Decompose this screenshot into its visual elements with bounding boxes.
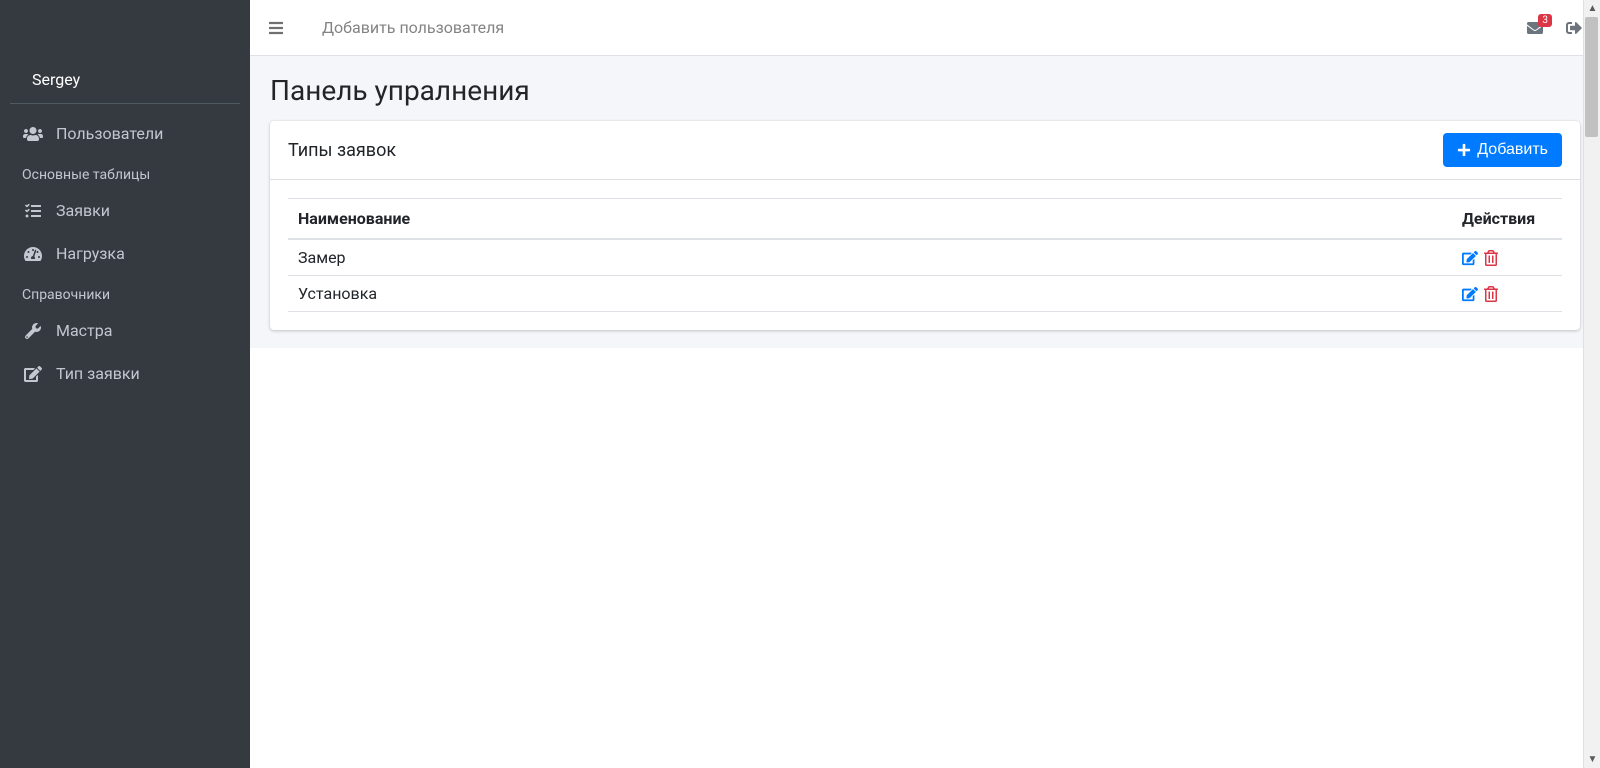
logout-button[interactable]: [1566, 20, 1582, 36]
plus-icon: [1457, 143, 1471, 157]
sidebar-item-label: Пользователи: [56, 124, 163, 143]
hamburger-icon[interactable]: [268, 20, 286, 36]
col-actions: Действия: [1452, 199, 1562, 240]
card-title: Типы заявок: [288, 140, 396, 161]
sidebar-item-label: Тип заявки: [56, 364, 140, 383]
sidebar: Sergey Пользователи Основные таблицы Зая…: [0, 0, 250, 768]
sidebar-section-main-tables: Основные таблицы: [0, 155, 250, 189]
sidebar-section-references: Справочники: [0, 275, 250, 309]
sidebar-item-requests[interactable]: Заявки: [0, 189, 250, 232]
card-body: Наименование Действия Замер: [270, 180, 1580, 330]
cell-name: Установка: [288, 276, 1452, 312]
users-icon: [22, 126, 44, 142]
cell-name: Замер: [288, 239, 1452, 276]
edit-row-icon[interactable]: [1462, 250, 1478, 266]
wrench-icon: [22, 323, 44, 339]
topbar-mail-button[interactable]: 3: [1526, 20, 1544, 36]
sidebar-item-users[interactable]: Пользователи: [0, 112, 250, 155]
list-icon: [22, 203, 44, 219]
add-button-label: Добавить: [1477, 141, 1548, 159]
scrollbar[interactable]: ▲ ▼: [1583, 0, 1600, 768]
scrollbar-thumb[interactable]: [1585, 17, 1598, 137]
delete-row-icon[interactable]: [1484, 286, 1498, 302]
sidebar-item-load[interactable]: Нагрузка: [0, 232, 250, 275]
topbar-add-user-link[interactable]: Добавить пользователя: [322, 18, 504, 37]
sidebar-nav: Пользователи Основные таблицы Заявки Наг…: [0, 104, 250, 395]
sidebar-item-label: Нагрузка: [56, 244, 125, 263]
mail-badge: 3: [1538, 14, 1552, 27]
tachometer-icon: [22, 246, 44, 262]
page-title: Панель упралнения: [270, 74, 1580, 107]
table-row: Замер: [288, 239, 1562, 276]
content: Панель упралнения Типы заявок Добавить: [250, 56, 1600, 348]
edit-row-icon[interactable]: [1462, 286, 1478, 302]
delete-row-icon[interactable]: [1484, 250, 1498, 266]
sidebar-item-masters[interactable]: Мастра: [0, 309, 250, 352]
add-button[interactable]: Добавить: [1443, 133, 1562, 167]
card-request-types: Типы заявок Добавить Наимено: [270, 121, 1580, 330]
col-name: Наименование: [288, 199, 1452, 240]
topbar: Добавить пользователя 3: [250, 0, 1600, 56]
main-area: Добавить пользователя 3 Панель упралнени…: [250, 0, 1600, 348]
sidebar-item-label: Мастра: [56, 321, 112, 340]
edit-icon: [22, 366, 44, 382]
sidebar-item-request-type[interactable]: Тип заявки: [0, 352, 250, 395]
sidebar-item-label: Заявки: [56, 201, 110, 220]
types-table: Наименование Действия Замер: [288, 198, 1562, 312]
scrollbar-down-arrow-icon[interactable]: ▼: [1584, 751, 1600, 768]
card-header: Типы заявок Добавить: [270, 121, 1580, 180]
sidebar-user-name[interactable]: Sergey: [10, 56, 240, 104]
sidebar-logo-area: [0, 0, 250, 56]
table-row: Установка: [288, 276, 1562, 312]
scrollbar-up-arrow-icon[interactable]: ▲: [1584, 0, 1600, 17]
